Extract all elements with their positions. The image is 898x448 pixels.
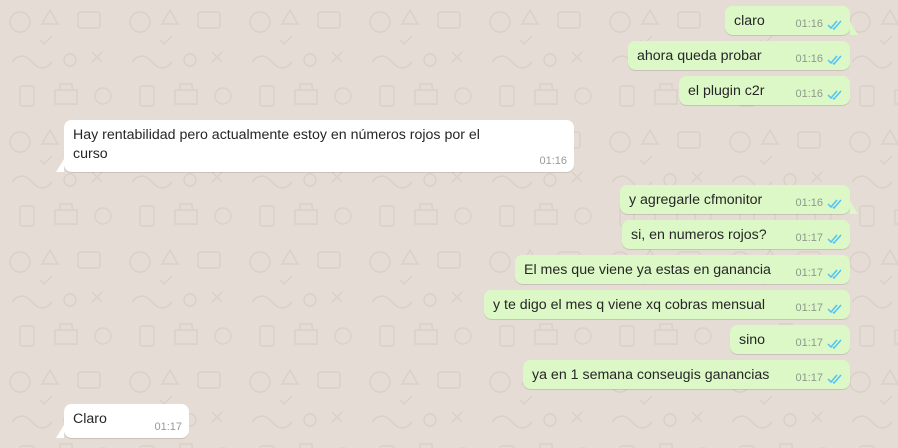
message-meta: 01:16 — [795, 17, 843, 32]
message-outgoing[interactable]: ahora queda probar 01:16 — [628, 41, 850, 70]
message-time: 01:16 — [795, 18, 823, 30]
double-check-icon — [827, 55, 842, 65]
message-time: 01:16 — [795, 88, 823, 100]
double-check-icon — [827, 269, 842, 279]
message-outgoing[interactable]: claro 01:16 — [725, 6, 858, 35]
message-text: y agregarle cfmonitor — [629, 192, 763, 208]
double-check-icon — [827, 199, 842, 209]
message-text: ahora queda probar — [637, 48, 762, 64]
double-check-icon — [827, 339, 842, 349]
message-meta: 01:17 — [795, 371, 843, 386]
bubble-tail — [850, 201, 858, 214]
message-outgoing[interactable]: si, en numeros rojos? 01:17 — [622, 220, 850, 249]
message-outgoing[interactable]: sino 01:17 — [730, 325, 850, 354]
message-outgoing[interactable]: y agregarle cfmonitor 01:16 — [620, 185, 858, 214]
message-meta: 01:16 — [795, 87, 843, 102]
double-check-icon — [827, 234, 842, 244]
double-check-icon — [827, 90, 842, 100]
message-time: 01:17 — [795, 302, 823, 314]
message-text: el plugin c2r — [688, 83, 765, 99]
message-time: 01:17 — [154, 421, 182, 433]
message-time: 01:16 — [795, 197, 823, 209]
message-time: 01:17 — [795, 337, 823, 349]
message-time: 01:17 — [795, 232, 823, 244]
message-meta: 01:17 — [154, 420, 182, 435]
message-time: 01:16 — [795, 53, 823, 65]
message-time: 01:17 — [795, 372, 823, 384]
message-incoming[interactable]: Claro 01:17 — [56, 404, 189, 438]
message-list[interactable]: claro 01:16 ahora queda probar 01:16 el … — [0, 0, 898, 448]
double-check-icon — [827, 20, 842, 30]
message-outgoing[interactable]: ya en 1 semana conseugis ganancias 01:17 — [523, 360, 850, 389]
message-text: Hay rentabilidad pero actualmente estoy … — [73, 127, 480, 162]
message-text: sino — [739, 332, 766, 348]
message-text: ya en 1 semana conseugis ganancias — [532, 367, 770, 383]
message-text: Claro — [73, 411, 107, 427]
bubble-tail — [56, 159, 64, 172]
message-meta: 01:16 — [795, 52, 843, 67]
bubble-tail — [56, 425, 64, 438]
bubble-tail — [850, 22, 858, 35]
message-meta: 01:17 — [795, 266, 843, 281]
message-text: claro — [734, 13, 765, 29]
message-text: si, en numeros rojos? — [631, 227, 767, 243]
message-text: El mes que viene ya estas en ganancia — [524, 262, 771, 278]
message-outgoing[interactable]: El mes que viene ya estas en ganancia 01… — [515, 255, 850, 284]
message-incoming[interactable]: Hay rentabilidad pero actualmente estoy … — [56, 120, 574, 172]
double-check-icon — [827, 304, 842, 314]
message-meta: 01:16 — [539, 154, 567, 169]
message-meta: 01:17 — [795, 336, 843, 351]
message-text: y te digo el mes q viene xq cobras mensu… — [493, 297, 766, 313]
message-time: 01:16 — [539, 155, 567, 167]
message-meta: 01:17 — [795, 231, 843, 246]
double-check-icon — [827, 374, 842, 384]
message-time: 01:17 — [795, 267, 823, 279]
message-meta: 01:17 — [795, 301, 843, 316]
message-meta: 01:16 — [795, 196, 843, 211]
message-outgoing[interactable]: el plugin c2r 01:16 — [679, 76, 850, 105]
message-outgoing[interactable]: y te digo el mes q viene xq cobras mensu… — [484, 290, 850, 319]
